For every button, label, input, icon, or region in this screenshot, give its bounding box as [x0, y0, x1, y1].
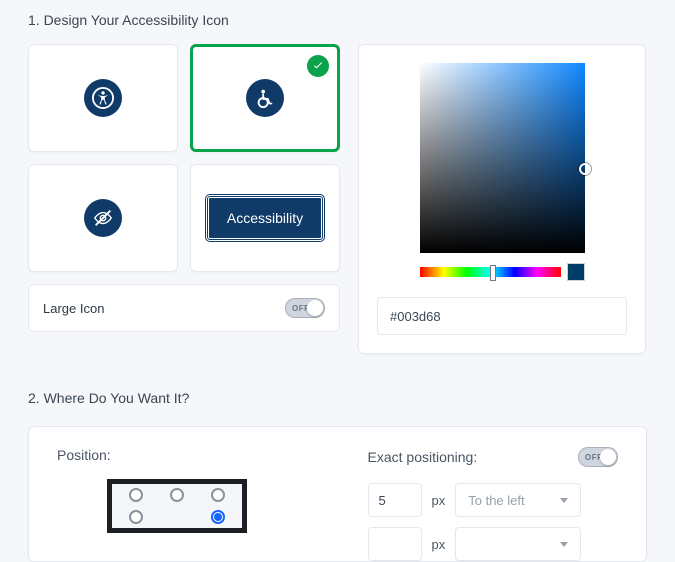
icon-tile-wheelchair[interactable]	[190, 44, 340, 152]
color-picker-card	[358, 44, 646, 354]
exact-row-1: px To the left	[368, 483, 619, 517]
pos-mid-right[interactable]	[211, 510, 225, 524]
accessibility-person-icon	[84, 79, 122, 117]
wheelchair-icon	[246, 79, 284, 117]
large-icon-row: Large Icon OFF	[28, 284, 340, 332]
icon-grid: Accessibility Large Icon OFF	[28, 44, 340, 332]
position-grid	[107, 479, 247, 533]
section-1-title: 1. Design Your Accessibility Icon	[28, 12, 647, 28]
hex-input[interactable]	[377, 297, 627, 335]
pos-top-center[interactable]	[170, 488, 184, 502]
direction-select-2[interactable]	[455, 527, 581, 561]
position-label: Position:	[57, 447, 308, 463]
direction-select-1-label: To the left	[468, 493, 524, 508]
large-icon-label: Large Icon	[43, 301, 104, 316]
exact-row-2: px	[368, 527, 619, 561]
pos-top-left[interactable]	[129, 488, 143, 502]
color-swatch	[567, 263, 585, 281]
check-icon	[307, 55, 329, 77]
position-col: Position:	[57, 447, 308, 561]
accessibility-label-button: Accessibility	[206, 195, 324, 241]
exact-value-2[interactable]	[368, 527, 422, 561]
eye-slash-icon	[84, 199, 122, 237]
exact-col: Exact positioning: OFF px To the left px	[368, 447, 619, 561]
icon-tile-eye[interactable]	[28, 164, 178, 272]
design-row: Accessibility Large Icon OFF	[28, 44, 647, 354]
position-panel: Position: Exact positioning: OFF	[28, 426, 647, 562]
icon-tile-person[interactable]	[28, 44, 178, 152]
pos-mid-left[interactable]	[129, 510, 143, 524]
toggle-off-text: OFF	[292, 304, 310, 313]
chevron-down-icon	[560, 498, 568, 503]
exact-toggle[interactable]: OFF	[578, 447, 618, 467]
icon-tile-label[interactable]: Accessibility	[190, 164, 340, 272]
unit-px-2: px	[432, 537, 446, 552]
exact-value-1[interactable]	[368, 483, 422, 517]
sv-cursor[interactable]	[579, 163, 591, 175]
hue-slider[interactable]	[420, 267, 561, 277]
hue-row	[420, 263, 585, 281]
chevron-down-icon	[560, 542, 568, 547]
exact-toggle-off: OFF	[585, 453, 603, 462]
color-saturation-panel[interactable]	[420, 63, 585, 253]
pos-top-right[interactable]	[211, 488, 225, 502]
section-2-title: 2. Where Do You Want It?	[28, 390, 647, 406]
direction-select-1[interactable]: To the left	[455, 483, 581, 517]
exact-label: Exact positioning:	[368, 449, 478, 465]
large-icon-toggle[interactable]: OFF	[285, 298, 325, 318]
unit-px: px	[432, 493, 446, 508]
